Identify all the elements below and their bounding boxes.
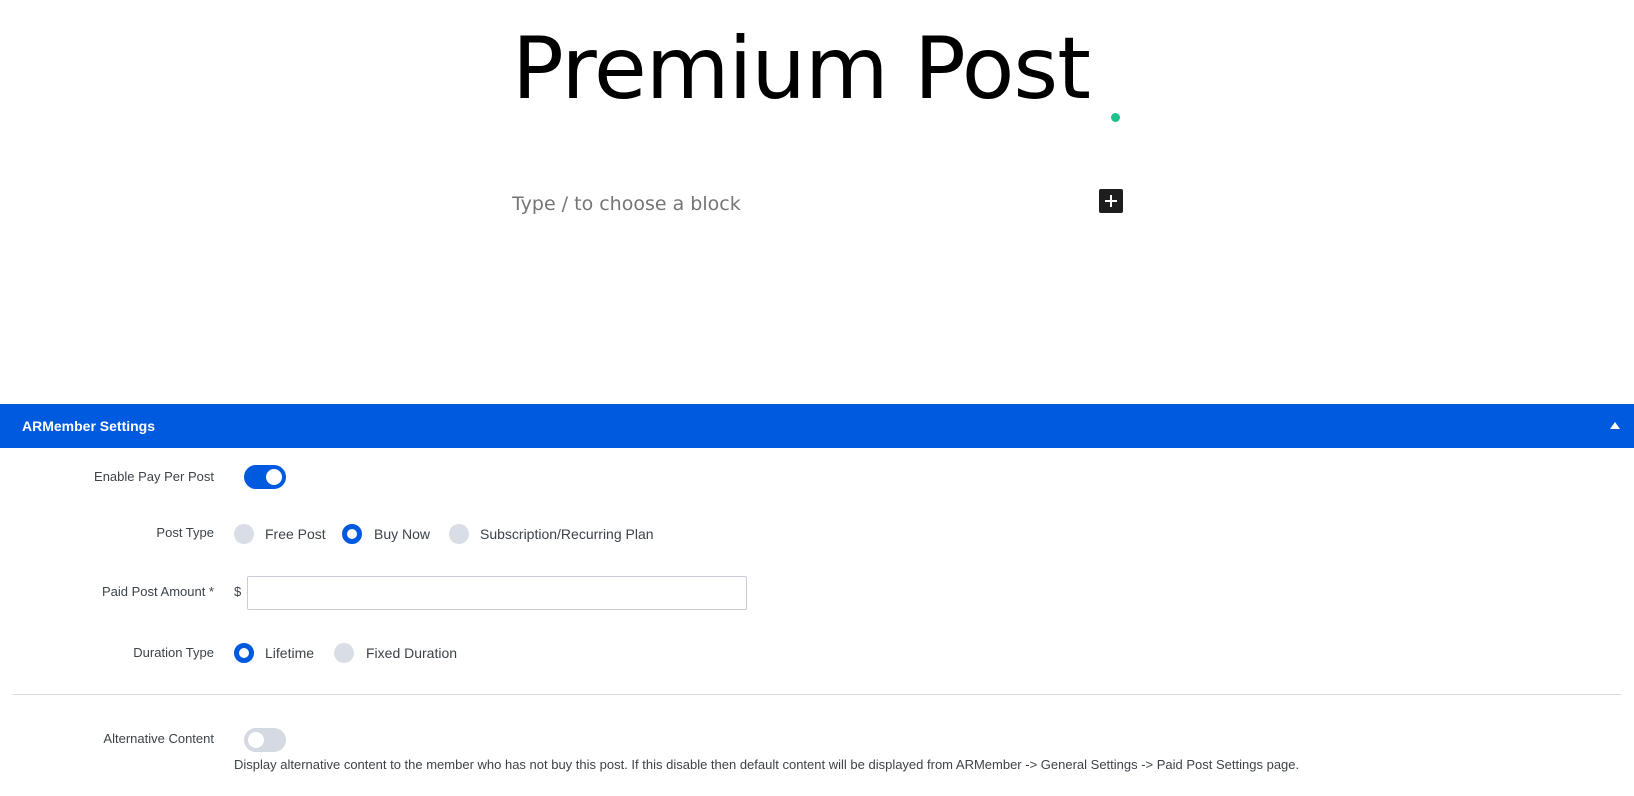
radio-lifetime[interactable] [234,643,254,663]
block-placeholder[interactable]: Type / to choose a block [512,193,741,215]
radio-label-free-post[interactable]: Free Post [265,526,326,542]
radio-label-fixed-duration[interactable]: Fixed Duration [366,645,457,661]
radio-subscription-plan[interactable] [449,524,469,544]
toggle-knob [266,469,282,485]
radio-fixed-duration[interactable] [334,643,354,663]
section-divider [13,694,1621,695]
radio-free-post[interactable] [234,524,254,544]
plus-icon [1105,195,1117,207]
alternative-content-label: Alternative Content [103,731,214,746]
paid-post-amount-label: Paid Post Amount * [101,584,214,599]
alternative-content-toggle[interactable] [244,728,286,752]
caret-up-icon[interactable] [1610,422,1620,429]
enable-pay-per-post-toggle[interactable] [244,465,286,489]
editor-page: Premium Post Type / to choose a block AR… [0,0,1634,796]
radio-label-subscription-plan[interactable]: Subscription/Recurring Plan [480,526,654,542]
radio-label-lifetime[interactable]: Lifetime [265,645,314,661]
post-title[interactable]: Premium Post [512,18,1091,121]
add-block-button[interactable] [1099,189,1123,213]
toggle-knob [248,732,264,748]
radio-label-buy-now[interactable]: Buy Now [374,526,430,542]
title-dot-marker [1111,113,1120,122]
paid-post-amount-input[interactable] [247,576,747,610]
panel-title: ARMember Settings [22,418,156,434]
duration-type-label: Duration Type [133,645,214,660]
currency-symbol: $ [234,584,242,599]
armember-settings-header[interactable]: ARMember Settings [0,404,1634,448]
post-type-label: Post Type [156,525,214,540]
radio-buy-now[interactable] [342,524,362,544]
enable-pay-per-post-label: Enable Pay Per Post [94,469,214,484]
alternative-content-help: Display alternative content to the membe… [234,757,1300,772]
